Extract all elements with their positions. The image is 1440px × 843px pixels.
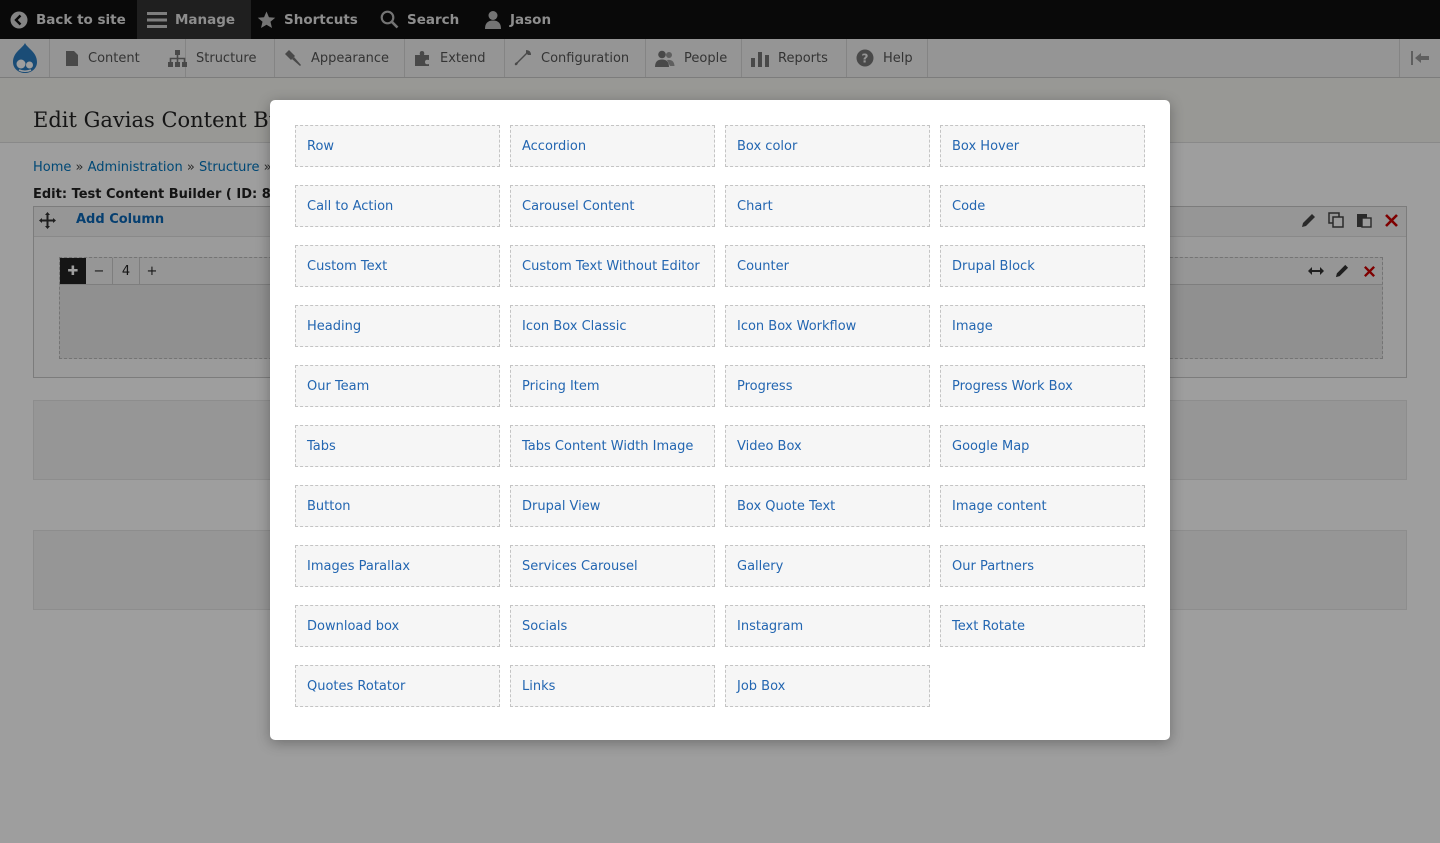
element-pricing-item[interactable]: Pricing Item bbox=[510, 365, 715, 407]
element-gallery[interactable]: Gallery bbox=[725, 545, 930, 587]
element-heading[interactable]: Heading bbox=[295, 305, 500, 347]
element-chart[interactable]: Chart bbox=[725, 185, 930, 227]
element-code[interactable]: Code bbox=[940, 185, 1145, 227]
element-video-box[interactable]: Video Box bbox=[725, 425, 930, 467]
element-our-partners[interactable]: Our Partners bbox=[940, 545, 1145, 587]
element-image-content[interactable]: Image content bbox=[940, 485, 1145, 527]
element-quotes-rotator[interactable]: Quotes Rotator bbox=[295, 665, 500, 707]
element-icon-box-workflow[interactable]: Icon Box Workflow bbox=[725, 305, 930, 347]
element-our-team[interactable]: Our Team bbox=[295, 365, 500, 407]
element-image[interactable]: Image bbox=[940, 305, 1145, 347]
element-carousel-content[interactable]: Carousel Content bbox=[510, 185, 715, 227]
element-job-box[interactable]: Job Box bbox=[725, 665, 930, 707]
element-instagram[interactable]: Instagram bbox=[725, 605, 930, 647]
element-accordion[interactable]: Accordion bbox=[510, 125, 715, 167]
element-box-hover[interactable]: Box Hover bbox=[940, 125, 1145, 167]
element-progress-work-box[interactable]: Progress Work Box bbox=[940, 365, 1145, 407]
element-call-to-action[interactable]: Call to Action bbox=[295, 185, 500, 227]
element-box-quote-text[interactable]: Box Quote Text bbox=[725, 485, 930, 527]
element-counter[interactable]: Counter bbox=[725, 245, 930, 287]
element-icon-box-classic[interactable]: Icon Box Classic bbox=[510, 305, 715, 347]
element-drupal-block[interactable]: Drupal Block bbox=[940, 245, 1145, 287]
element-drupal-view[interactable]: Drupal View bbox=[510, 485, 715, 527]
element-tabs-content-width-image[interactable]: Tabs Content Width Image bbox=[510, 425, 715, 467]
element-custom-text[interactable]: Custom Text bbox=[295, 245, 500, 287]
element-google-map[interactable]: Google Map bbox=[940, 425, 1145, 467]
element-button[interactable]: Button bbox=[295, 485, 500, 527]
element-links[interactable]: Links bbox=[510, 665, 715, 707]
element-images-parallax[interactable]: Images Parallax bbox=[295, 545, 500, 587]
element-text-rotate[interactable]: Text Rotate bbox=[940, 605, 1145, 647]
element-download-box[interactable]: Download box bbox=[295, 605, 500, 647]
element-custom-text-without-editor[interactable]: Custom Text Without Editor bbox=[510, 245, 715, 287]
element-socials[interactable]: Socials bbox=[510, 605, 715, 647]
element-progress[interactable]: Progress bbox=[725, 365, 930, 407]
element-services-carousel[interactable]: Services Carousel bbox=[510, 545, 715, 587]
element-row[interactable]: Row bbox=[295, 125, 500, 167]
add-element-modal: Row Accordion Box color Box Hover Call to Ac… bbox=[270, 100, 1170, 740]
element-tabs[interactable]: Tabs bbox=[295, 425, 500, 467]
element-grid: Row Accordion Box color Box Hover Call to Ac… bbox=[295, 125, 1145, 707]
element-box-color[interactable]: Box color bbox=[725, 125, 930, 167]
